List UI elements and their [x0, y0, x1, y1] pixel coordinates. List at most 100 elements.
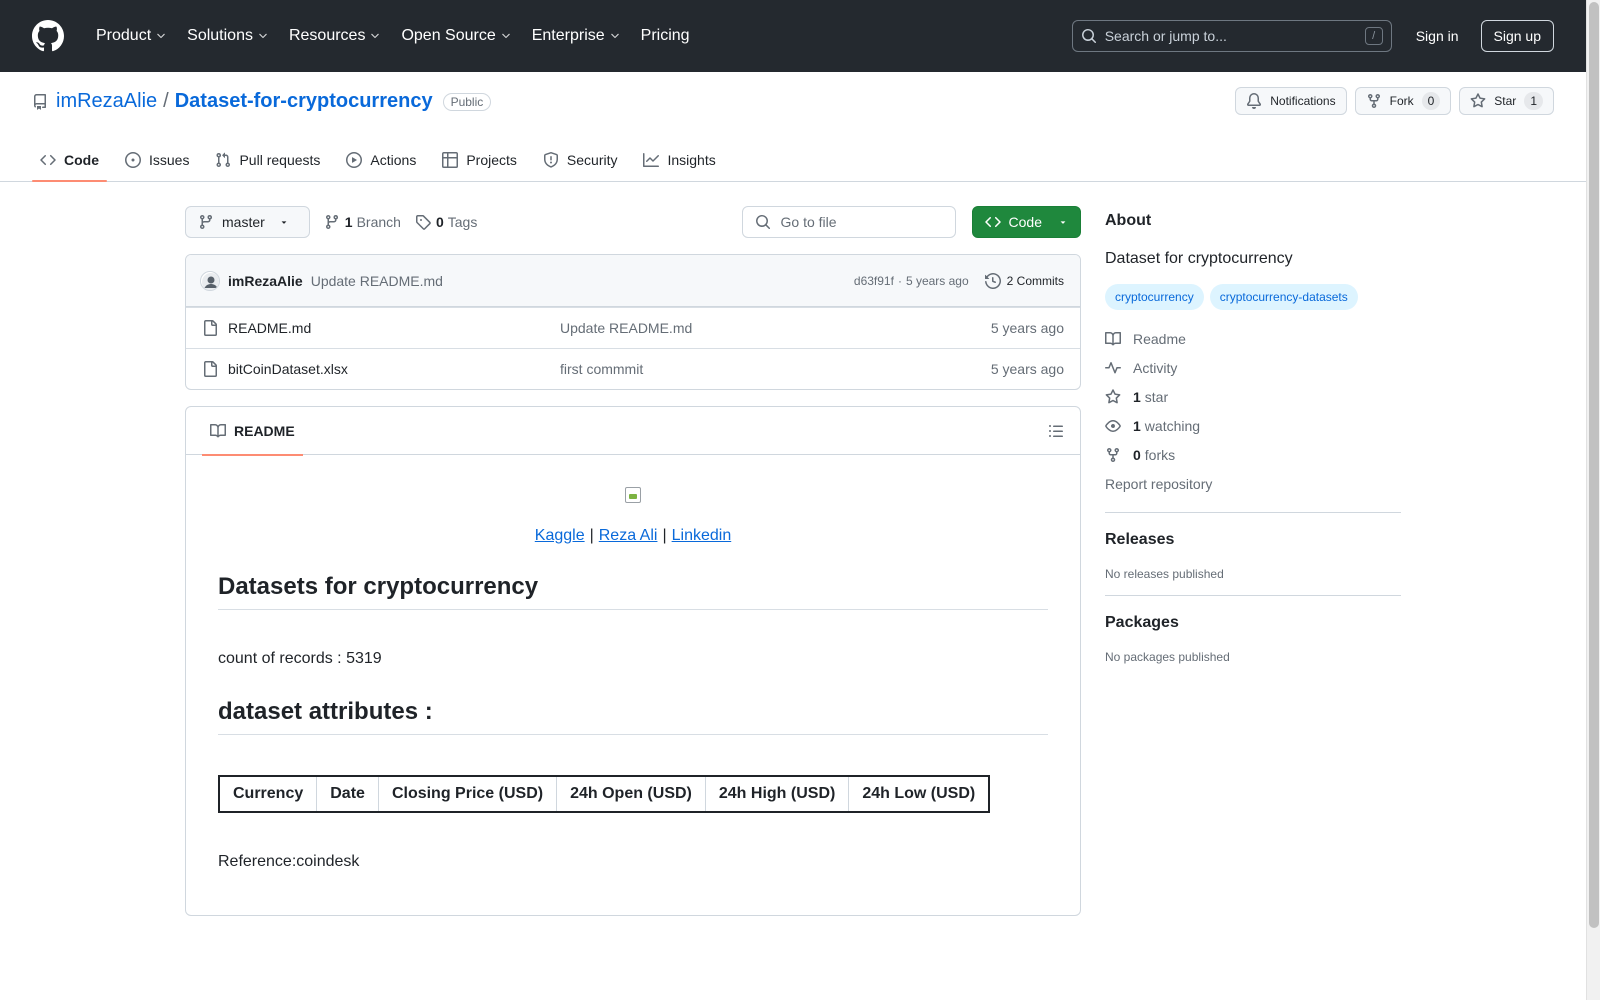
topic-tag[interactable]: cryptocurrency — [1105, 284, 1204, 310]
commit-author-link[interactable]: imRezaAlie — [228, 273, 303, 289]
tab-label: Security — [566, 152, 618, 168]
tab-security[interactable]: Security — [535, 138, 626, 182]
commits-history-link[interactable]: 2 Commits — [984, 272, 1064, 289]
branch-select-button[interactable]: master — [185, 206, 310, 238]
tab-actions[interactable]: Actions — [338, 138, 424, 182]
releases-empty-text: No releases published — [1105, 567, 1224, 581]
topic-tag[interactable]: cryptocurrency-datasets — [1209, 284, 1358, 310]
tag-count: 0 — [435, 214, 444, 230]
github-logo-icon[interactable] — [32, 20, 64, 52]
nav-product[interactable]: Product — [88, 21, 175, 51]
nav-pricing[interactable]: Pricing — [633, 21, 698, 51]
file-name-link[interactable]: bitCoinDataset.xlsx — [228, 361, 560, 377]
vertical-scrollbar[interactable] — [1586, 0, 1600, 1000]
sign-in-link[interactable]: Sign in — [1416, 28, 1459, 44]
global-search-input[interactable]: Search or jump to... / — [1071, 20, 1392, 52]
file-commit-link[interactable]: Update README.md — [560, 320, 991, 336]
tab-projects[interactable]: Projects — [434, 138, 525, 182]
nav-solutions[interactable]: Solutions — [179, 21, 277, 51]
kaggle-link[interactable]: Kaggle — [535, 527, 585, 544]
go-to-file-placeholder: Go to file — [780, 214, 837, 230]
pulse-icon — [1105, 361, 1121, 373]
slash-shortcut-key: / — [1364, 27, 1383, 45]
avatar-image-icon — [202, 272, 219, 290]
repo-name-link[interactable]: Dataset-for-cryptocurrency — [175, 90, 433, 113]
about-heading: About — [1105, 212, 1152, 229]
branch-count: 1 — [344, 214, 353, 230]
table-header-cell: Closing Price (USD) — [377, 775, 558, 813]
path-separator: / — [163, 90, 169, 112]
readme-tab[interactable]: README — [202, 407, 303, 456]
forks-label: forks — [1144, 446, 1176, 463]
nav-label: Enterprise — [531, 27, 605, 44]
table-header-row: Currency Date Closing Price (USD) 24h Op… — [218, 775, 990, 813]
book-icon — [210, 423, 226, 437]
table-header-cell: 24h Low (USD) — [848, 775, 990, 813]
tab-label: Projects — [466, 152, 517, 168]
file-row[interactable]: README.md Update README.md 5 years ago — [186, 307, 1080, 348]
stars-count: 1 — [1133, 388, 1141, 405]
broken-image-icon — [625, 487, 641, 503]
branches-link[interactable]: 1 Branch — [324, 214, 401, 230]
header-right: Search or jump to... / Sign in Sign up — [1071, 20, 1554, 52]
outline-button[interactable] — [1048, 423, 1064, 439]
commit-meta: d63f91f · 5 years ago 2 Commits — [854, 272, 1064, 289]
stars-link[interactable]: 1 star — [1105, 382, 1401, 411]
activity-label: Activity — [1133, 359, 1178, 376]
play-icon — [346, 152, 363, 168]
readme-panel: README Kaggle | Reza Ali | Linkedin Datasets… — [185, 406, 1081, 916]
table-header-cell: 24h High (USD) — [704, 775, 850, 813]
book-icon — [1105, 331, 1121, 345]
fork-icon — [1367, 94, 1380, 109]
packages-empty-text: No packages published — [1105, 650, 1230, 664]
code-dropdown-button[interactable]: Code — [971, 206, 1081, 238]
file-commit-link[interactable]: first commmit — [560, 361, 991, 377]
tag-icon — [415, 215, 431, 230]
watchers-link[interactable]: 1 watching — [1105, 411, 1401, 440]
activity-link[interactable]: Activity — [1105, 353, 1401, 382]
link-separator: | — [589, 527, 594, 544]
tab-issues[interactable]: Issues — [117, 138, 197, 182]
packages-heading[interactable]: Packages — [1105, 614, 1401, 632]
go-to-file-input[interactable]: Go to file — [741, 206, 956, 238]
star-icon — [1105, 388, 1121, 403]
scrollbar-thumb[interactable] — [1589, 2, 1599, 928]
tab-label: Insights — [667, 152, 716, 168]
avatar[interactable] — [200, 270, 220, 291]
star-counter: 1 — [1524, 92, 1543, 110]
link-separator: | — [662, 527, 667, 544]
watching-count: 1 — [1133, 417, 1141, 434]
readme-link[interactable]: Readme — [1105, 324, 1401, 353]
commit-message-link[interactable]: Update README.md — [311, 273, 443, 289]
forks-link[interactable]: 0 forks — [1105, 440, 1401, 469]
nav-resources[interactable]: Resources — [281, 21, 389, 51]
star-button[interactable]: Star 1 — [1459, 87, 1554, 115]
forks-count: 0 — [1133, 446, 1141, 463]
nav-enterprise[interactable]: Enterprise — [524, 21, 629, 51]
nav-open-source[interactable]: Open Source — [393, 21, 519, 51]
tab-insights[interactable]: Insights — [635, 138, 723, 182]
fork-button[interactable]: Fork 0 — [1354, 87, 1452, 115]
repo-owner-link[interactable]: imRezaAlie — [56, 90, 157, 113]
reza-ali-link[interactable]: Reza Ali — [599, 527, 658, 544]
main-content: master 1 Branch 0 Tags Go to file Code i… — [185, 206, 1081, 916]
commit-sha-link[interactable]: d63f91f — [854, 274, 894, 288]
file-name-link[interactable]: README.md — [228, 320, 560, 336]
tab-code[interactable]: Code — [32, 138, 107, 182]
reference-text: Reference:coindesk — [218, 853, 360, 870]
report-repository-link[interactable]: Report repository — [1105, 469, 1401, 498]
notifications-label: Notifications — [1270, 94, 1336, 108]
repo-title: imRezaAlie / Dataset-for-cryptocurrency … — [32, 90, 492, 113]
global-header: Product Solutions Resources Open Source … — [0, 0, 1586, 72]
stars-label: star — [1144, 388, 1169, 405]
repo-description: Dataset for cryptocurrency — [1105, 250, 1293, 267]
sign-up-button[interactable]: Sign up — [1480, 20, 1554, 52]
chevron-down-icon — [501, 33, 510, 39]
tab-pull-requests[interactable]: Pull requests — [207, 138, 328, 182]
tags-link[interactable]: 0 Tags — [415, 214, 477, 230]
notifications-button[interactable]: Notifications — [1235, 87, 1347, 115]
linkedin-link[interactable]: Linkedin — [672, 527, 732, 544]
file-row[interactable]: bitCoinDataset.xlsx first commmit 5 year… — [186, 348, 1080, 389]
commit-age: 5 years ago — [905, 273, 969, 288]
releases-heading[interactable]: Releases — [1105, 531, 1401, 549]
